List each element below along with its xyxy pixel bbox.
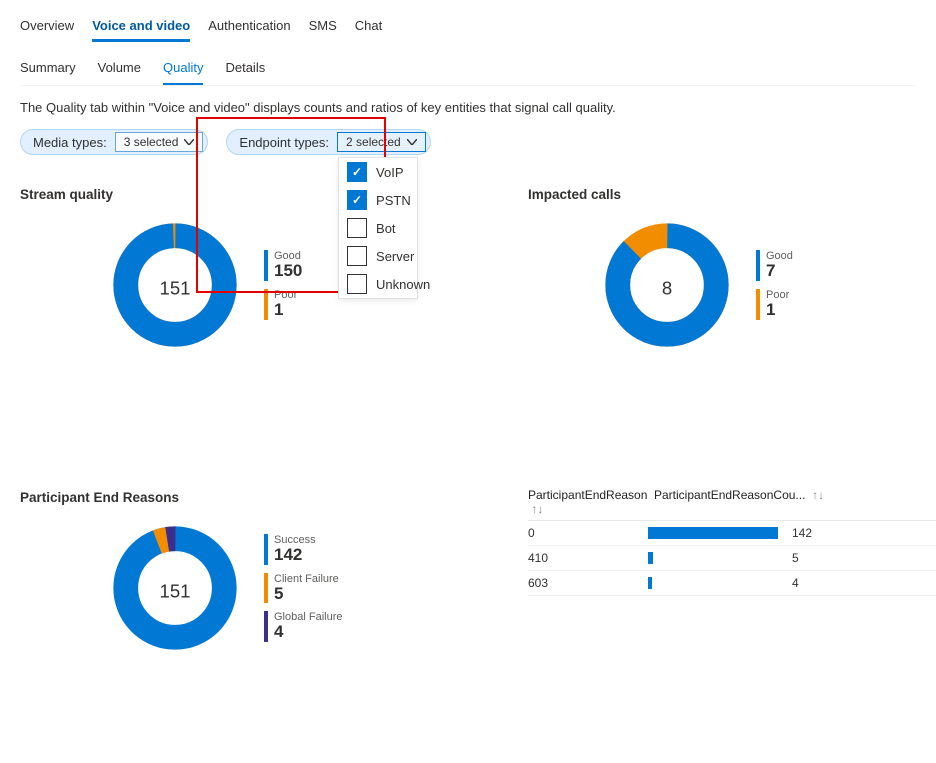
option-label: Unknown <box>376 277 430 292</box>
cell-code: 603 <box>528 576 648 590</box>
table-row[interactable]: 410 5 <box>528 546 936 571</box>
end-reasons-table: ParticipantEndReason ↑↓ ParticipantEndRe… <box>528 484 936 596</box>
legend-good: Good 7 <box>756 250 846 281</box>
legend-color-bar <box>264 611 268 642</box>
table-header: ParticipantEndReason ↑↓ ParticipantEndRe… <box>528 484 936 521</box>
option-label: VoIP <box>376 165 403 180</box>
legend-global-failure: Global Failure 4 <box>264 611 354 642</box>
option-pstn[interactable]: PSTN <box>339 186 417 214</box>
media-types-filter: Media types: 3 selected <box>20 129 208 155</box>
chevron-down-icon <box>184 139 194 145</box>
charts-row-2: Participant End Reasons 151 Success 142 <box>20 490 916 653</box>
tab-overview[interactable]: Overview <box>20 18 74 42</box>
option-label: Bot <box>376 221 396 236</box>
cell-code: 410 <box>528 551 648 565</box>
checkbox-icon <box>347 274 367 294</box>
stream-quality-donut[interactable]: 151 <box>110 220 240 350</box>
tab-chat[interactable]: Chat <box>355 18 382 42</box>
cell-bar <box>648 577 778 589</box>
svg-text:8: 8 <box>662 277 672 298</box>
option-unknown[interactable]: Unknown <box>339 270 417 298</box>
option-label: Server <box>376 249 414 264</box>
sub-tabs: Summary Volume Quality Details <box>20 60 916 86</box>
checkbox-icon <box>347 162 367 182</box>
svg-text:151: 151 <box>160 580 191 601</box>
legend-color-bar <box>264 250 268 281</box>
legend-color-bar <box>264 534 268 565</box>
endpoint-types-filter: Endpoint types: 2 selected VoIP PSTN Bot <box>226 129 430 155</box>
checkbox-icon <box>347 246 367 266</box>
legend-poor: Poor 1 <box>756 289 846 320</box>
media-types-selected-text: 3 selected <box>124 135 179 149</box>
endpoint-types-label: Endpoint types: <box>239 135 329 150</box>
table-row[interactable]: 0 142 <box>528 521 936 546</box>
end-reasons-donut[interactable]: 151 <box>110 523 240 653</box>
tab-voice-video[interactable]: Voice and video <box>92 18 190 42</box>
checkbox-icon <box>347 218 367 238</box>
impacted-calls-legend: Good 7 Poor 1 <box>756 250 846 320</box>
cell-value: 142 <box>778 526 822 540</box>
subtab-details[interactable]: Details <box>225 60 265 85</box>
col-header-count[interactable]: ParticipantEndReasonCou... ↑↓ <box>654 488 936 516</box>
main-tabs: Overview Voice and video Authentication … <box>20 18 916 42</box>
impacted-calls-card: Impacted calls 8 Good 7 <box>528 187 936 350</box>
endpoint-types-dropdown: VoIP PSTN Bot Server Unknown <box>338 157 418 299</box>
cell-value: 4 <box>778 576 822 590</box>
page-description: The Quality tab within "Voice and video"… <box>20 100 916 115</box>
media-types-label: Media types: <box>33 135 107 150</box>
legend-value: 150 <box>274 262 302 281</box>
table-row[interactable]: 603 4 <box>528 571 936 596</box>
impacted-calls-donut[interactable]: 8 <box>602 220 732 350</box>
legend-color-bar <box>264 289 268 320</box>
legend-value: 5 <box>274 585 339 604</box>
filter-row: Media types: 3 selected Endpoint types: … <box>20 129 916 155</box>
legend-value: 1 <box>766 301 789 320</box>
sort-icon: ↑↓ <box>812 488 824 502</box>
legend-value: 1 <box>274 301 297 320</box>
subtab-quality[interactable]: Quality <box>163 60 203 85</box>
endpoint-types-select[interactable]: 2 selected VoIP PSTN Bot Server <box>337 132 426 152</box>
endpoint-types-selected-text: 2 selected <box>346 135 401 149</box>
end-reasons-legend: Success 142 Client Failure 5 Global Fail… <box>264 534 354 642</box>
legend-label: Global Failure <box>274 611 342 623</box>
chevron-down-icon <box>407 139 417 145</box>
media-types-select[interactable]: 3 selected <box>115 132 204 152</box>
col-header-reason[interactable]: ParticipantEndReason ↑↓ <box>528 488 648 516</box>
option-voip[interactable]: VoIP <box>339 158 417 186</box>
end-reasons-card: Participant End Reasons 151 Success 142 <box>20 490 468 653</box>
option-server[interactable]: Server <box>339 242 417 270</box>
subtab-summary[interactable]: Summary <box>20 60 76 85</box>
legend-value: 4 <box>274 623 342 642</box>
legend-value: 7 <box>766 262 793 281</box>
cell-bar <box>648 527 778 539</box>
legend-color-bar <box>264 573 268 604</box>
end-reasons-table-card: ParticipantEndReason ↑↓ ParticipantEndRe… <box>528 490 936 653</box>
cell-bar <box>648 552 778 564</box>
legend-success: Success 142 <box>264 534 354 565</box>
cell-code: 0 <box>528 526 648 540</box>
option-label: PSTN <box>376 193 411 208</box>
subtab-volume[interactable]: Volume <box>98 60 141 85</box>
charts-row-1: Stream quality 151 Good 150 <box>20 187 916 350</box>
legend-color-bar <box>756 289 760 320</box>
sort-icon: ↑↓ <box>531 502 543 516</box>
col-header-label: ParticipantEndReason <box>528 488 647 502</box>
legend-client-failure: Client Failure 5 <box>264 573 354 604</box>
impacted-calls-title: Impacted calls <box>528 187 936 202</box>
legend-label: Client Failure <box>274 573 339 585</box>
tab-sms[interactable]: SMS <box>309 18 337 42</box>
checkbox-icon <box>347 190 367 210</box>
svg-text:151: 151 <box>160 277 191 298</box>
cell-value: 5 <box>778 551 822 565</box>
tab-authentication[interactable]: Authentication <box>208 18 290 42</box>
end-reasons-title: Participant End Reasons <box>20 490 468 505</box>
legend-color-bar <box>756 250 760 281</box>
option-bot[interactable]: Bot <box>339 214 417 242</box>
legend-value: 142 <box>274 546 316 565</box>
col-header-label: ParticipantEndReasonCou... <box>654 488 805 502</box>
